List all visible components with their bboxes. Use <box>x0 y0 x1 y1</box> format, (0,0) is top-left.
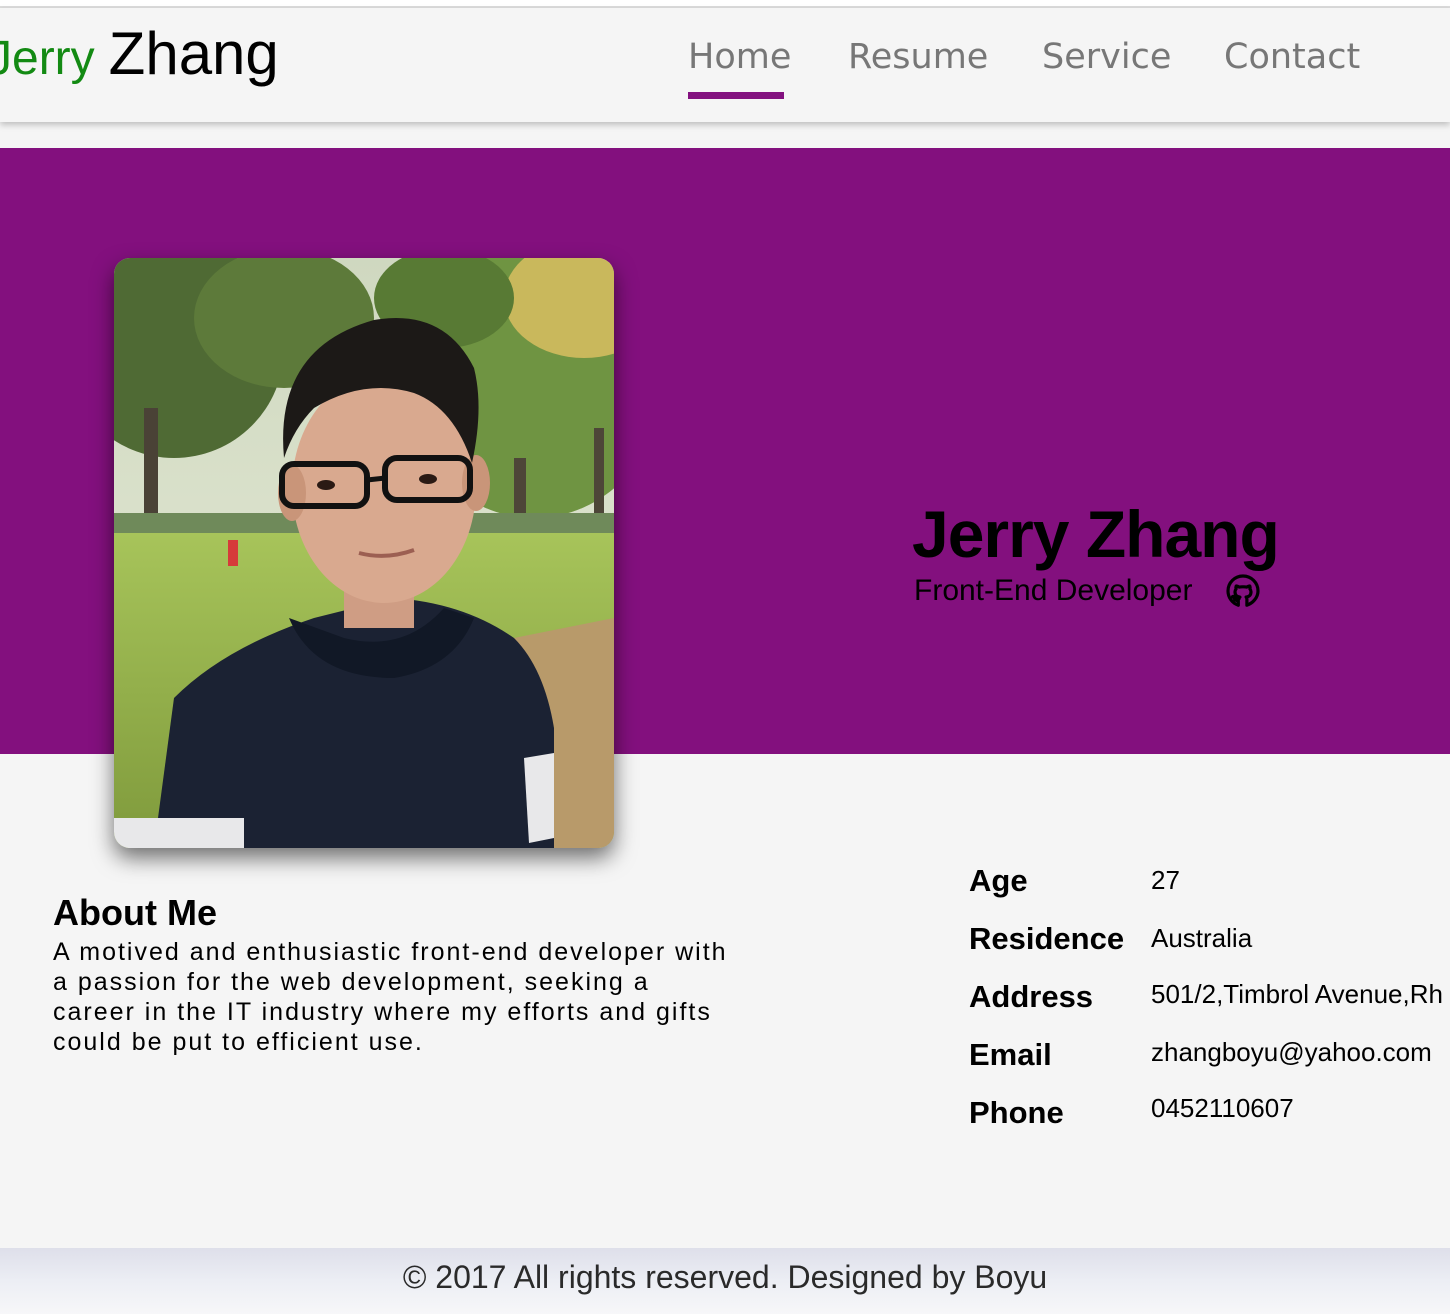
info-label-phone: Phone <box>969 1095 1064 1130</box>
nav-service[interactable]: Service <box>1042 36 1171 78</box>
nav-active-indicator <box>688 92 784 99</box>
about-text: A motived and enthusiastic front-end dev… <box>53 938 728 1056</box>
info-label-residence: Residence <box>969 921 1125 956</box>
github-icon[interactable] <box>1226 574 1260 608</box>
footer-copyright: © 2017 All rights reserved. Designed by … <box>402 1259 1048 1295</box>
info-value-email[interactable]: zhangboyu@yahoo.com <box>1151 1038 1432 1067</box>
browser-top-edge <box>0 0 1450 8</box>
brand-first-name: Jerry <box>0 32 95 85</box>
nav-resume[interactable]: Resume <box>848 36 988 78</box>
hero-name: Jerry Zhang <box>912 497 1280 571</box>
about-heading: About Me <box>53 892 217 933</box>
info-value-phone[interactable]: 0452110607 <box>1151 1094 1294 1123</box>
nav-home[interactable]: Home <box>688 36 791 78</box>
profile-photo <box>114 258 614 848</box>
hero-job-title: Front-End Developer <box>914 574 1193 607</box>
nav-contact[interactable]: Contact <box>1224 36 1360 78</box>
info-label-age: Age <box>969 863 1028 898</box>
info-value-address: 501/2,Timbrol Avenue,Rh <box>1151 979 1443 1009</box>
brand-last-name: Zhang <box>108 20 279 87</box>
navbar: Jerry Zhang Home Resume Service Contact <box>0 8 1450 122</box>
info-value-residence: Australia <box>1151 923 1253 953</box>
info-value-age: 27 <box>1151 865 1180 895</box>
brand-logo[interactable]: Jerry Zhang <box>0 24 279 84</box>
info-label-address: Address <box>969 979 1094 1014</box>
info-label-email: Email <box>969 1037 1052 1072</box>
